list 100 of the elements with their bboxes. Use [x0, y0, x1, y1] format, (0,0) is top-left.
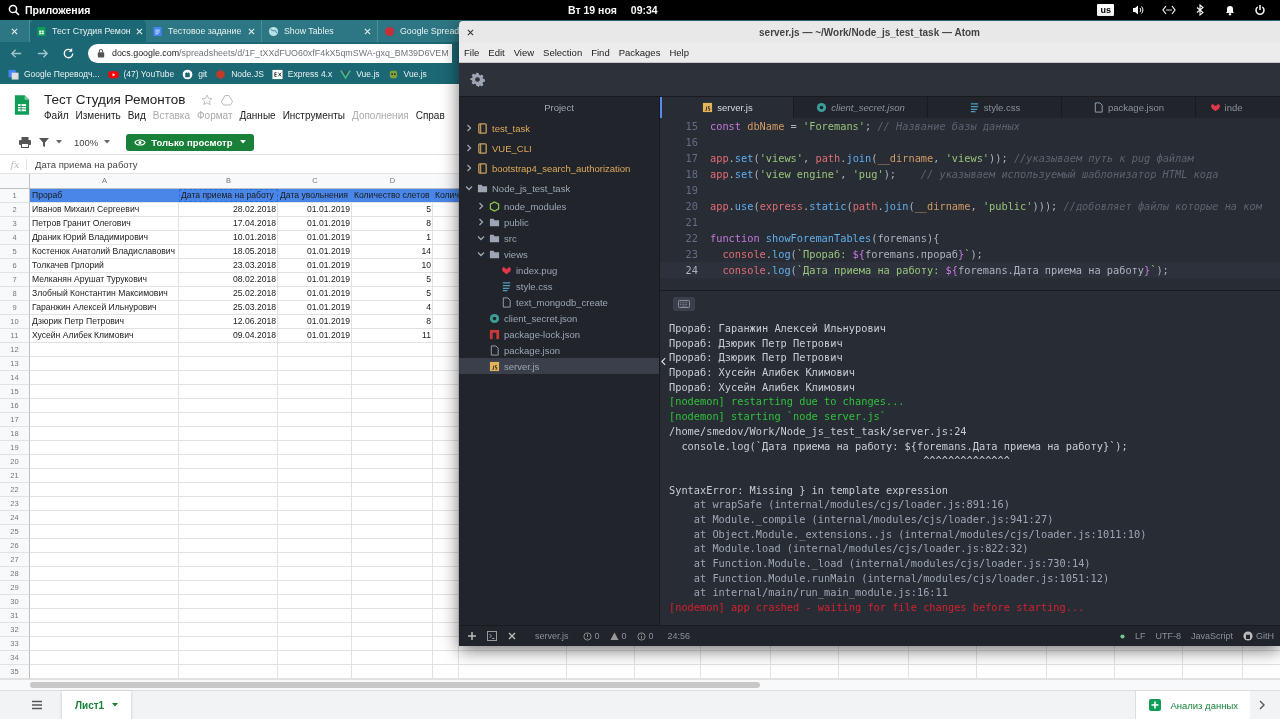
editor-tab[interactable]: client_secret.json: [794, 97, 928, 118]
code-line: app.set('view engine', 'pug'); // указываем используемый шаблонизатор HTML кода: [710, 168, 1219, 180]
header-cell: Количество слетов: [352, 189, 433, 202]
table-cell-text: 8: [425, 217, 432, 230]
table-cell-text: 01.01.2019: [306, 273, 351, 286]
menu-item[interactable]: File: [464, 47, 480, 58]
view-only-button[interactable]: Только просмотр: [126, 133, 255, 151]
code-line: app.use(express.static(path.join(__dirname, 'public'))); //добовляет файлы которые на ком: [710, 200, 1262, 212]
tree-item[interactable]: bootstrap4_search_authorization: [459, 158, 659, 178]
tree-item[interactable]: index.pug: [459, 262, 659, 278]
tree-item[interactable]: package.json: [459, 342, 659, 358]
menu-item[interactable]: Вид: [127, 110, 146, 121]
warning-count[interactable]: 0: [621, 631, 627, 641]
menu-item[interactable]: View: [513, 47, 535, 58]
terminal-line: [nodemon] restarting due to changes...: [669, 394, 905, 410]
tree-item[interactable]: Node_js_test_task: [459, 178, 659, 198]
tree-item[interactable]: node_modules: [459, 198, 659, 214]
table-cell-text: 28.02.2018: [232, 203, 277, 216]
tree-item[interactable]: test_task: [459, 118, 659, 138]
menu-item[interactable]: Файл: [44, 110, 69, 121]
table-cell-text: 25.03.2018: [232, 301, 277, 314]
terminal-line: Прораб: Хусейн Алибек Климович: [669, 365, 855, 380]
terminal-line: [nodemon] app crashed - waiting for file changes before starting...: [669, 600, 1085, 615]
explore-button[interactable]: Анализ данных: [1135, 691, 1250, 719]
table-cell-text: Гаранжин Алексей Ильнурович: [31, 301, 158, 314]
code-line: function showForemanTables(foremans){: [710, 232, 940, 244]
error-count[interactable]: 0: [594, 631, 600, 641]
tree-item[interactable]: src: [459, 230, 659, 246]
table-cell-text: Петров Гранит Олегович: [31, 217, 132, 230]
sheet-tab[interactable]: Лист1: [62, 691, 132, 719]
terminal-line: at Function.Module._load (internal/modules/cjs/loader.js:730:14): [692, 556, 1091, 571]
document-title[interactable]: Тест Студия Ремонтов: [44, 92, 186, 107]
line-number: 20: [684, 200, 698, 212]
menu-item[interactable]: Packages: [618, 47, 661, 58]
keyboard-layout-indicator[interactable]: us: [1097, 4, 1114, 16]
terminal-line: Прораб: Гаранжин Алексей Ильнурович: [669, 321, 886, 336]
bookmark[interactable]: Express 4.x: [271, 68, 333, 80]
tree-item[interactable]: VUE_CLI: [459, 138, 659, 158]
window-title: server.js — ~/Work/Node_js_test_task — Atom: [759, 26, 980, 38]
terminal-line: at internal/main/run_main_module.js:16:11: [692, 585, 948, 601]
table-cell-text: Иванов Михаил Сергеевич: [31, 203, 141, 216]
tree-item[interactable]: client_secret.json: [459, 310, 659, 326]
bookmark[interactable]: Vue.js: [387, 68, 427, 80]
table-cell-text: 10.01.2018: [232, 231, 277, 244]
applications-menu[interactable]: Приложения: [25, 4, 91, 16]
table-cell-text: 01.01.2019: [306, 259, 351, 272]
menu-item[interactable]: Edit: [488, 47, 505, 58]
tree-item[interactable]: style.css: [459, 278, 659, 294]
table-cell-text: 01.01.2019: [306, 301, 351, 314]
clock[interactable]: 09:34: [630, 4, 658, 16]
editor-tab[interactable]: style.css: [928, 97, 1062, 118]
table-cell-text: 01.01.2019: [306, 203, 351, 216]
menu-item[interactable]: Данные: [239, 110, 276, 121]
browser-tab[interactable]: Тест Студия Ремон: [30, 20, 146, 42]
cursor-position[interactable]: 24:56: [667, 631, 691, 641]
tree-item[interactable]: views: [459, 246, 659, 262]
menu-item[interactable]: Инструменты: [282, 110, 345, 121]
zoom-dropdown[interactable]: 100%: [74, 136, 99, 148]
line-number: 24: [684, 264, 698, 276]
editor-tab[interactable]: inde: [1196, 97, 1256, 118]
terminal-line: ^^^^^^^^^^^^^^: [922, 453, 1010, 468]
editor-tab[interactable]: package.json: [1062, 97, 1196, 118]
menu-item[interactable]: Справ: [415, 110, 445, 121]
table-cell-text: 5: [425, 203, 432, 216]
menu-item[interactable]: Selection: [543, 47, 583, 58]
bookmark[interactable]: Vue.js: [340, 68, 380, 80]
terminal-line: Прораб: Хусейн Алибек Климович: [669, 379, 855, 395]
tree-item[interactable]: text_mongodb_create: [459, 294, 659, 310]
terminal-line: at Module._compile (internal/modules/cjs/loader.js:941:27): [692, 511, 1054, 527]
header-cell: Прораб: [30, 189, 179, 202]
bookmark[interactable]: (47) YouTube: [107, 68, 175, 80]
github-label[interactable]: GitH: [1256, 631, 1274, 641]
menu-item[interactable]: Find: [591, 47, 610, 58]
bookmark[interactable]: Google Переводч...: [8, 68, 100, 80]
browser-tab[interactable]: Google Spread: [378, 20, 459, 42]
line-number: 21: [684, 216, 698, 228]
table-cell-text: 11: [421, 329, 432, 342]
address-field[interactable]: docs.google.com/spreadsheets/d/1F_tXXdFUO60xfF4kX5qmSWA-gxq_BM39D6VEM: [88, 43, 452, 63]
menu-item[interactable]: Help: [669, 47, 689, 58]
table-cell-text: 01.01.2019: [306, 329, 351, 342]
code-line: const dbName = 'Foremans'; // Название базы данных: [710, 120, 1020, 132]
grammar-label[interactable]: JavaScript: [1190, 631, 1233, 641]
bookmark[interactable]: git: [182, 68, 208, 80]
menu-item[interactable]: Изменить: [75, 110, 121, 121]
tree-item[interactable]: public: [459, 214, 659, 230]
tree-item[interactable]: package-lock.json: [459, 326, 659, 342]
tree-item[interactable]: server.js: [459, 358, 659, 374]
date-label[interactable]: Вт 19 ноя: [568, 4, 617, 16]
table-cell-text: 08.02.2018: [232, 273, 277, 286]
table-cell-text: 5: [425, 273, 432, 286]
table-cell-text: Хусейн Алибек Климович: [31, 329, 135, 342]
bookmark[interactable]: Node.JS: [215, 68, 264, 80]
editor-tab[interactable]: server.js: [660, 97, 794, 118]
table-cell-text: 8: [425, 315, 432, 328]
info-count[interactable]: 0: [648, 631, 654, 641]
file-name[interactable]: server.js: [535, 631, 569, 641]
line-ending-label[interactable]: LF: [1134, 631, 1146, 641]
encoding-label[interactable]: UTF-8: [1155, 631, 1181, 641]
table-cell-text: 5: [425, 287, 432, 300]
formula-field[interactable]: Дата приема на работу: [35, 158, 138, 170]
